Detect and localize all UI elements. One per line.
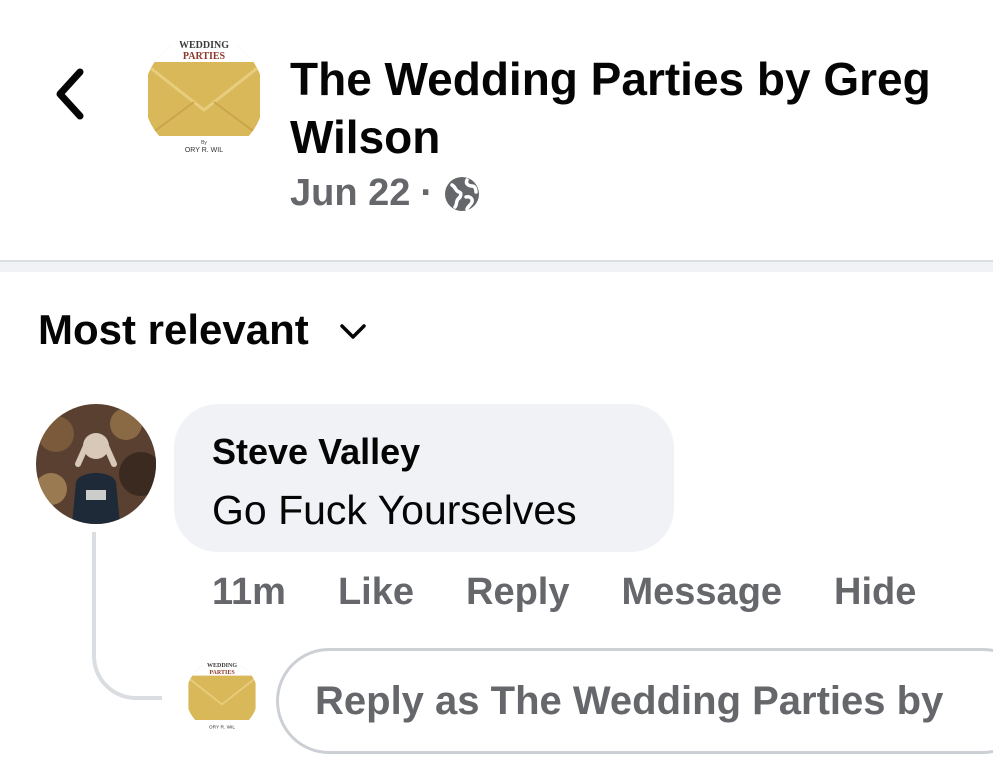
meta-separator: · xyxy=(420,172,434,214)
commenter-avatar[interactable] xyxy=(36,404,156,524)
like-button[interactable]: Like xyxy=(338,568,414,616)
section-band xyxy=(0,262,993,272)
svg-text:PARTIES: PARTIES xyxy=(209,670,235,676)
post-header: WEDDING PARTIES By ORY R. WIL The Weddin… xyxy=(0,0,993,262)
post-meta: Jun 22 · xyxy=(290,172,481,215)
comment-text: Go Fuck Yourselves xyxy=(212,487,577,533)
reply-button[interactable]: Reply xyxy=(466,568,569,616)
back-button[interactable] xyxy=(38,62,102,126)
chevron-down-icon xyxy=(340,324,366,339)
comment-actions: 11m Like Reply Message Hide xyxy=(212,568,968,616)
comment-timestamp[interactable]: 11m xyxy=(212,568,286,616)
globe-icon xyxy=(445,176,480,211)
page-avatar[interactable]: WEDDING PARTIES By ORY R. WIL xyxy=(144,36,264,156)
svg-text:PARTIES: PARTIES xyxy=(183,51,226,62)
page-title[interactable]: The Wedding Parties by Greg Wilson xyxy=(290,50,980,166)
svg-text:WEDDING: WEDDING xyxy=(179,40,229,51)
hide-button[interactable]: Hide xyxy=(834,568,916,616)
comment-bubble[interactable]: Steve Valley Go Fuck Yourselves xyxy=(174,404,674,552)
message-button[interactable]: Message xyxy=(622,568,783,616)
svg-text:ORY R. WIL: ORY R. WIL xyxy=(185,147,223,154)
sort-label: Most relevant xyxy=(38,306,309,353)
reply-thread-line xyxy=(92,532,162,700)
svg-text:ORY R. WIL: ORY R. WIL xyxy=(209,724,236,730)
chevron-left-icon xyxy=(56,68,84,120)
wedding-parties-logo: WEDDING PARTIES By ORY R. WIL xyxy=(144,36,264,156)
reply-page-avatar: WEDDING PARTIES ORY R. WIL xyxy=(186,660,258,732)
comment-sort-dropdown[interactable]: Most relevant xyxy=(38,306,367,354)
reply-placeholder: Reply as The Wedding Parties by xyxy=(315,679,944,723)
post-date[interactable]: Jun 22 xyxy=(290,172,410,215)
svg-text:By: By xyxy=(201,140,207,146)
reply-input[interactable]: Reply as The Wedding Parties by xyxy=(276,648,993,754)
svg-text:WEDDING: WEDDING xyxy=(207,663,237,669)
comment-author[interactable]: Steve Valley xyxy=(212,430,674,474)
